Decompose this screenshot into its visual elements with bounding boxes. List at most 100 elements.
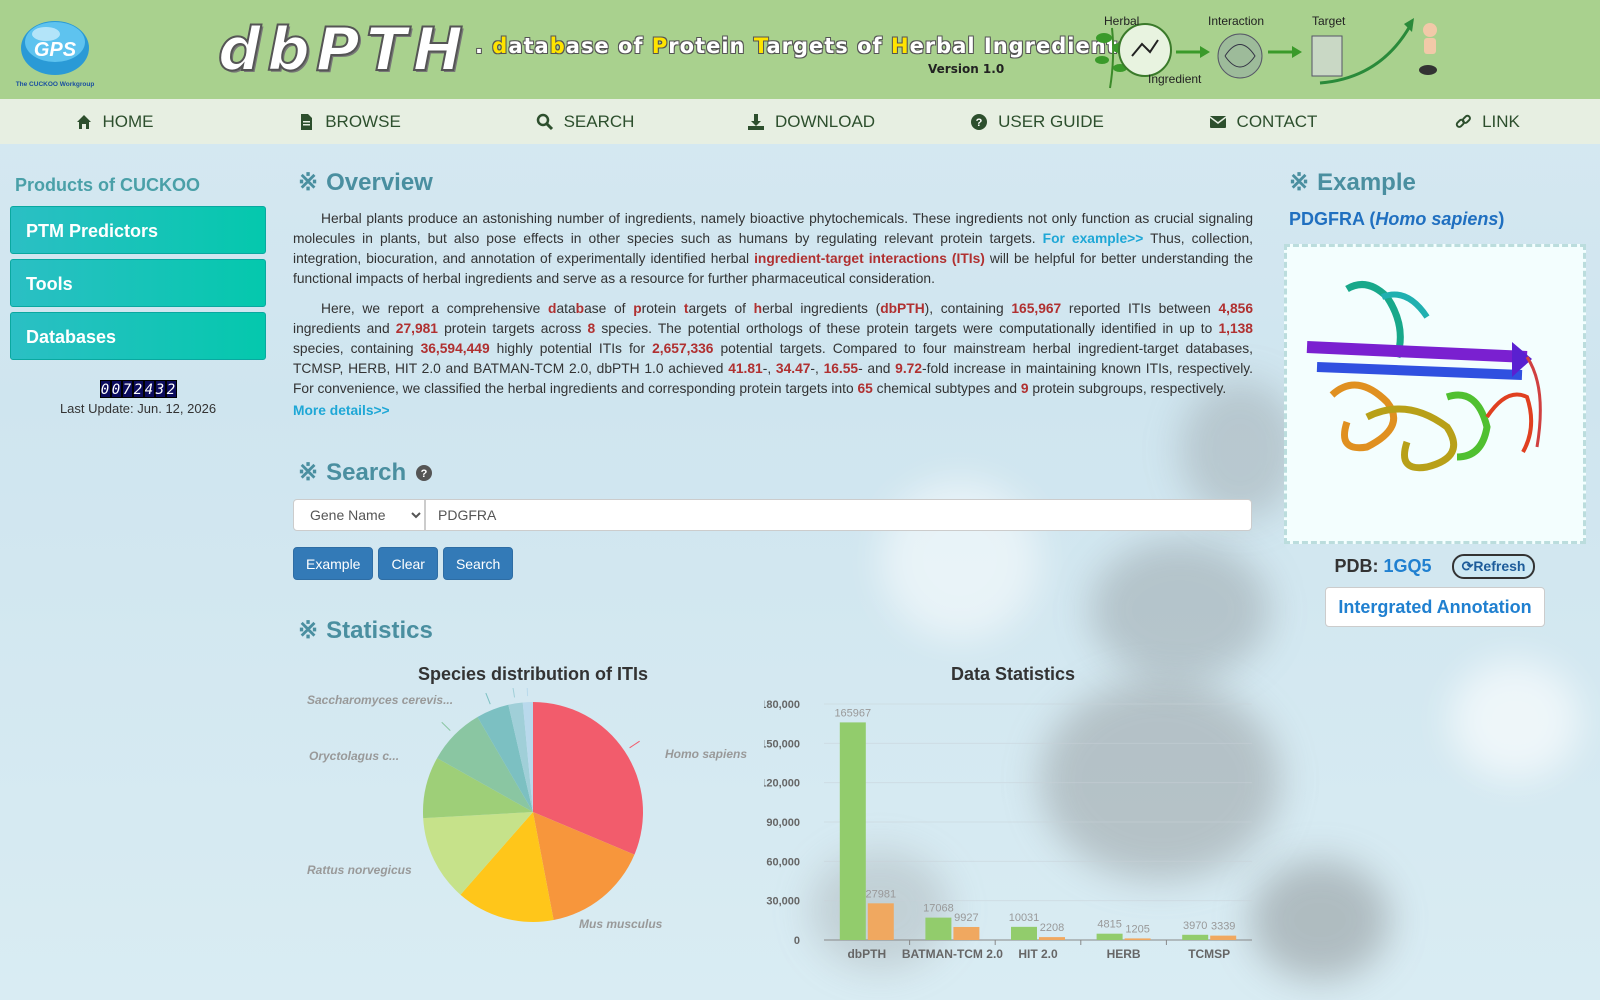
bar-mark[interactable] (953, 926, 980, 940)
nav-link[interactable]: LINK (1374, 99, 1600, 144)
human-icon (1423, 23, 1437, 37)
overview-highlight: 41.81 (728, 361, 763, 376)
bar-chart-title: Data Statistics (950, 664, 1076, 684)
data-statistics-bar-chart: 0 30,000 60,000 90,000 120,000 150,000 180,000… (764, 699, 1252, 961)
bar-y-tick: 0 (794, 935, 800, 947)
brand-title: dbPTH (217, 15, 470, 85)
overview-highlight: h (753, 301, 763, 316)
home-icon (76, 114, 91, 129)
ingredient-icon (1118, 23, 1172, 77)
bar-y-tick: 120,000 (764, 778, 800, 790)
nav-browse[interactable]: BROWSE (228, 99, 470, 144)
overview-highlight: 9 (1020, 381, 1029, 396)
sidebar-item-databases[interactable]: Databases (10, 312, 266, 360)
nav-search[interactable]: SEARCH (470, 99, 700, 144)
sidebar-item-ptm-predictors[interactable]: PTM Predictors (10, 206, 266, 254)
overview-highlight: 165,967 (1011, 301, 1062, 316)
nav-label: BROWSE (325, 111, 401, 131)
overview-title: Overview (326, 168, 433, 196)
integrated-annotation-button[interactable]: Intergrated Annotation (1325, 587, 1545, 627)
search-input[interactable] (425, 499, 1252, 531)
help-icon[interactable]: ? (416, 464, 433, 481)
question-icon: ? (971, 113, 988, 130)
bar-mark[interactable] (925, 917, 952, 940)
more-details-link[interactable]: More details>> (293, 403, 1253, 418)
svg-text:?: ? (976, 117, 983, 129)
overview-text: ), containing (924, 301, 1012, 316)
bar-value-label: 165967 (834, 707, 871, 719)
counter-digit: 4 (143, 380, 155, 398)
overview-highlight: 27,981 (395, 321, 438, 336)
bar-mark[interactable] (839, 722, 866, 940)
overview-text: chemical subtypes and (872, 381, 1021, 396)
main-nav: HOME BROWSE SEARCH DOWNLOAD? USER GUIDE CONTA… (0, 99, 1600, 144)
for-example-link[interactable]: For example>> (1043, 231, 1144, 246)
example-heading: ※ Example (1289, 168, 1586, 197)
nav-label: HOME (102, 111, 154, 131)
overview-text: protein subgroups, respectively. (1028, 381, 1227, 396)
pie-label: Mus musculus (579, 917, 663, 931)
bar-y-tick: 30,000 (766, 896, 800, 908)
bar-value-label: 3339 (1211, 921, 1235, 933)
brand-subtitle-part: ata (508, 34, 550, 58)
search-type-select[interactable]: Gene Name (293, 499, 425, 531)
search-button[interactable]: Search (442, 547, 514, 580)
download-icon (747, 113, 764, 130)
last-update: Last Update: Jun. 12, 2026 (59, 401, 217, 416)
overview-text: reported ITIs between (1061, 301, 1219, 316)
nav-home[interactable]: HOME (0, 99, 228, 144)
nav-label: LINK (1482, 111, 1520, 131)
overview-heading: ※ Overview (298, 168, 1253, 197)
nav-download[interactable]: DOWNLOAD (700, 99, 922, 144)
pdb-id-link[interactable]: 1GQ5 (1384, 556, 1432, 576)
refresh-icon: ⟳ (1461, 558, 1474, 574)
bar-mark[interactable] (867, 903, 894, 940)
refresh-button[interactable]: ⟳Refresh (1451, 554, 1536, 579)
search-heading: ※ Search ? (298, 458, 1253, 487)
site-header: GPS The CUCKOO Workgroup dbPTH . databas… (0, 0, 1600, 99)
bar-mark[interactable] (1124, 938, 1151, 940)
example-button[interactable]: Example (293, 547, 374, 580)
main-content: ※ Overview Herbal plants produce an asto… (293, 168, 1253, 657)
bar-value-label: 2208 (1040, 922, 1064, 934)
pie-label: Oryctolagus c... (309, 749, 399, 763)
bar-mark[interactable] (1039, 937, 1065, 940)
bar-mark[interactable] (1096, 933, 1123, 940)
pdb-label: PDB: 1GQ5 (1335, 556, 1432, 577)
gps-logo[interactable]: GPS The CUCKOO Workgroup (12, 12, 98, 90)
logo-subtitle: The CUCKOO Workgroup (16, 81, 95, 88)
file-icon (301, 113, 313, 130)
overview-text: argets of (688, 301, 754, 316)
overview-highlight: 34.47 (775, 361, 811, 376)
example-gene[interactable]: PDGFRA (Homo sapiens) (1289, 209, 1586, 230)
overview-text: ingredients and (293, 321, 396, 336)
bar-value-label: 17068 (923, 903, 954, 915)
protein-structure-viewer[interactable] (1284, 244, 1586, 544)
bar-mark[interactable] (1182, 934, 1209, 940)
bar-mark[interactable] (1011, 926, 1037, 940)
pdb-row: PDB: 1GQ5 ⟳Refresh (1284, 554, 1586, 579)
bar-value-label: 9927 (954, 912, 978, 924)
gene-name: PDGFRA (1289, 209, 1365, 229)
nav-contact[interactable]: CONTACT (1152, 99, 1374, 144)
overview-text: protein targets across (437, 321, 588, 336)
sidebar-item-tools[interactable]: Tools (10, 259, 266, 307)
overview-text: rotein (641, 301, 684, 316)
species-pie-chart: Homo sapiens Mus musculus Rattus norvegicu… (307, 688, 747, 931)
svg-text:?: ? (421, 468, 428, 480)
overview-text: highly potential ITIs for (489, 341, 653, 356)
bar-value-label: 1205 (1125, 923, 1149, 935)
overview-text: ata (556, 301, 576, 316)
nav-user-guide[interactable]: ? USER GUIDE (922, 99, 1152, 144)
overview-text: erbal ingredients ( (762, 301, 881, 316)
sidebar: Products of CUCKOO PTM Predictors Tools … (10, 170, 266, 416)
brand-subtitle-part: P (651, 34, 669, 58)
pie-leader-line (526, 688, 529, 697)
bar-value-label: 4815 (1097, 919, 1121, 931)
overview-paragraph-2: Here, we report a comprehensive database… (293, 299, 1253, 399)
pdb-label-text: PDB: (1334, 556, 1379, 576)
bar-mark[interactable] (1210, 935, 1237, 940)
counter-digit: 0 (99, 380, 111, 398)
target-icon (1311, 35, 1343, 77)
clear-button[interactable]: Clear (378, 547, 438, 580)
